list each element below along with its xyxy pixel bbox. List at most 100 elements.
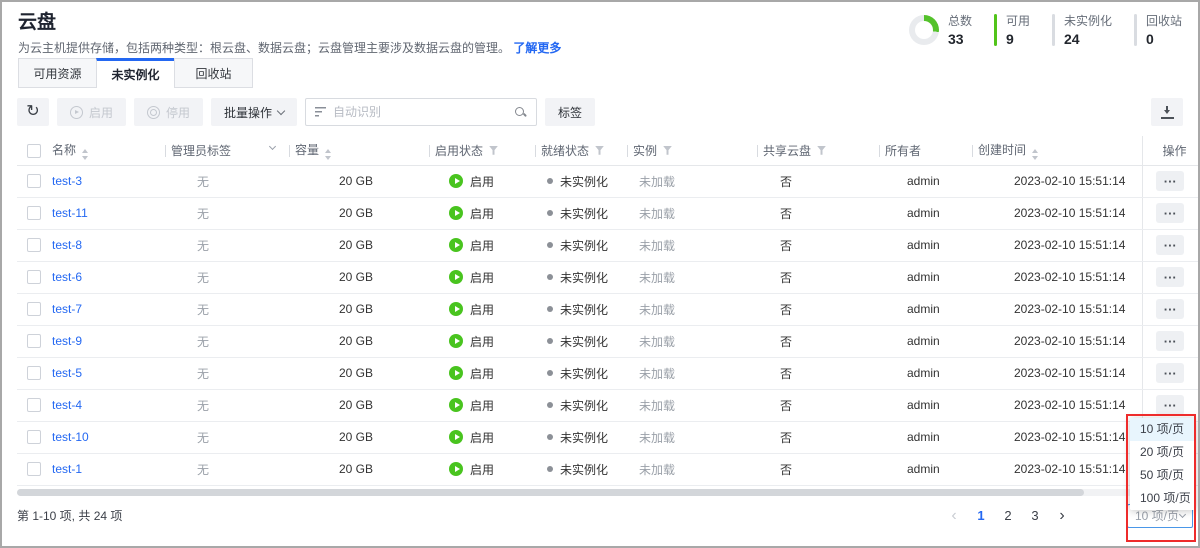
next-page-button[interactable]: ›: [1055, 508, 1069, 524]
column-label: 管理员标签: [171, 144, 231, 158]
sort-icon[interactable]: [325, 149, 331, 160]
row-actions-button[interactable]: ···: [1156, 363, 1184, 383]
learn-more-link[interactable]: 了解更多: [513, 41, 561, 55]
disk-name-link[interactable]: test-11: [52, 206, 88, 220]
status-dot-icon: [547, 242, 553, 248]
page-size-option-50[interactable]: 50 项/页: [1130, 464, 1196, 487]
row-checkbox[interactable]: [27, 270, 41, 284]
row-checkbox[interactable]: [27, 174, 41, 188]
table-row: test-9 无 20 GB 启用 未实例化 未加载 否 admin 2023-…: [17, 325, 1198, 357]
filter-funnel-icon[interactable]: [595, 146, 604, 155]
disk-name-link[interactable]: test-6: [52, 270, 82, 284]
sort-icon[interactable]: [1032, 149, 1038, 160]
stat-value: 9: [1006, 31, 1030, 47]
column-header-shared-disk[interactable]: 共享云盘: [757, 136, 879, 165]
enable-button[interactable]: 启用: [57, 98, 126, 126]
row-checkbox[interactable]: [27, 334, 41, 348]
tab-bar: 可用资源 未实例化 回收站: [2, 58, 1198, 88]
instance-cell: 未加载: [627, 421, 757, 453]
column-label: 实例: [633, 144, 657, 158]
download-icon: [1161, 106, 1174, 119]
row-actions-button[interactable]: ···: [1156, 299, 1184, 319]
chevron-down-icon: [1179, 510, 1186, 517]
enable-status-text: 启用: [470, 333, 494, 350]
row-checkbox[interactable]: [27, 430, 41, 444]
filter-funnel-icon[interactable]: [663, 146, 672, 155]
page-size-option-20[interactable]: 20 项/页: [1130, 441, 1196, 464]
prev-page-button[interactable]: ‹: [947, 508, 961, 524]
disk-name-link[interactable]: test-7: [52, 302, 82, 316]
disk-name-link[interactable]: test-1: [52, 462, 82, 476]
row-actions-button[interactable]: ···: [1156, 267, 1184, 287]
stat-value: 24: [1064, 31, 1112, 47]
column-label: 创建时间: [978, 143, 1026, 157]
search-icon[interactable]: [514, 106, 527, 119]
page-button-3[interactable]: 3: [1028, 508, 1042, 523]
chevron-down-icon[interactable]: [269, 143, 276, 150]
stat-label: 总数: [948, 12, 972, 29]
shared-disk-cell: 否: [757, 261, 879, 293]
horizontal-scrollbar-thumb[interactable]: [17, 489, 1084, 496]
refresh-button[interactable]: ↻: [17, 98, 49, 126]
tab-available-resources[interactable]: 可用资源: [18, 58, 97, 88]
page-button-1[interactable]: 1: [974, 508, 988, 523]
tag-button[interactable]: 标签: [545, 98, 595, 126]
shared-disk-cell: 否: [757, 165, 879, 197]
select-all-checkbox[interactable]: [27, 144, 41, 158]
disk-name-link[interactable]: test-3: [52, 174, 82, 188]
tab-recycle-bin[interactable]: 回收站: [174, 58, 253, 88]
capacity-cell: 20 GB: [289, 325, 429, 357]
row-actions-button[interactable]: ···: [1156, 171, 1184, 191]
column-header-instance[interactable]: 实例: [627, 136, 757, 165]
row-actions-button[interactable]: ···: [1156, 331, 1184, 351]
row-actions-button[interactable]: ···: [1156, 235, 1184, 255]
search-input[interactable]: [333, 105, 507, 119]
column-header-ready-status[interactable]: 就绪状态: [535, 136, 627, 165]
row-actions-button[interactable]: ···: [1156, 203, 1184, 223]
ready-status-text: 未实例化: [560, 429, 608, 446]
horizontal-scrollbar[interactable]: [17, 489, 1183, 496]
enable-status-text: 启用: [470, 173, 494, 190]
disk-name-link[interactable]: test-9: [52, 334, 82, 348]
row-checkbox[interactable]: [27, 462, 41, 476]
row-checkbox[interactable]: [27, 206, 41, 220]
batch-actions-button[interactable]: 批量操作: [211, 98, 297, 126]
status-dot-icon: [547, 306, 553, 312]
export-button[interactable]: [1151, 98, 1183, 126]
search-box[interactable]: [305, 98, 537, 126]
instance-cell: 未加载: [627, 293, 757, 325]
page-button-2[interactable]: 2: [1001, 508, 1015, 523]
column-header-created-time[interactable]: 创建时间: [972, 136, 1142, 165]
status-dot-icon: [547, 402, 553, 408]
shared-disk-cell: 否: [757, 229, 879, 261]
page-size-option-100[interactable]: 100 项/页: [1130, 487, 1196, 510]
row-checkbox[interactable]: [27, 302, 41, 316]
sort-icon[interactable]: [82, 149, 88, 160]
column-label: 共享云盘: [763, 144, 811, 158]
column-header-admin-tag[interactable]: 管理员标签: [165, 136, 289, 165]
ready-status-text: 未实例化: [560, 205, 608, 222]
row-actions-button[interactable]: ···: [1156, 395, 1184, 415]
column-header-capacity[interactable]: 容量: [289, 136, 429, 165]
disk-name-link[interactable]: test-5: [52, 366, 82, 380]
column-header-name[interactable]: 名称: [52, 136, 165, 165]
filter-funnel-icon[interactable]: [817, 146, 826, 155]
tab-not-instantiated[interactable]: 未实例化: [96, 58, 175, 88]
disk-name-link[interactable]: test-8: [52, 238, 82, 252]
disk-table: 名称 管理员标签 容量 启用状态 就绪状态 实例 共享云盘: [17, 136, 1198, 486]
created-time-cell: 2023-02-10 15:51:14: [972, 229, 1142, 261]
row-checkbox[interactable]: [27, 398, 41, 412]
filter-funnel-icon[interactable]: [489, 146, 498, 155]
page-size-option-10[interactable]: 10 项/页: [1130, 418, 1196, 441]
shared-disk-cell: 否: [757, 421, 879, 453]
row-checkbox[interactable]: [27, 238, 41, 252]
column-header-enable-status[interactable]: 启用状态: [429, 136, 535, 165]
shared-disk-cell: 否: [757, 325, 879, 357]
row-checkbox[interactable]: [27, 366, 41, 380]
disable-button[interactable]: 停用: [134, 98, 203, 126]
admin-tag-cell: 无: [165, 421, 289, 453]
disk-name-link[interactable]: test-10: [52, 430, 89, 444]
ready-status-cell: 未实例化: [535, 165, 627, 197]
disk-name-link[interactable]: test-4: [52, 398, 82, 412]
created-time-cell: 2023-02-10 15:51:14: [972, 325, 1142, 357]
